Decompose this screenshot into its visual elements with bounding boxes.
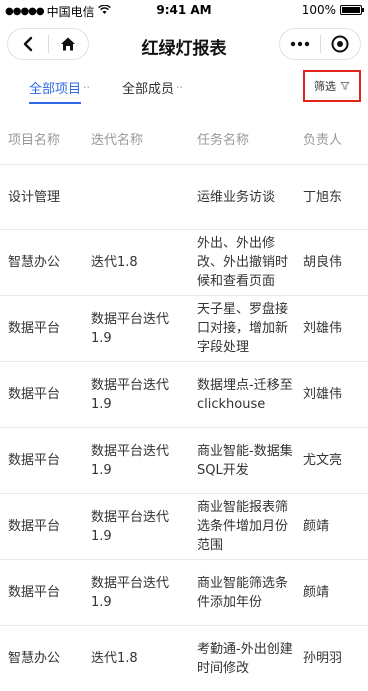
cell-owner: 孙明羽: [303, 651, 343, 666]
nav-capsule-left: [7, 28, 89, 60]
cell-owner: 颜靖: [303, 519, 330, 534]
cell-task: 商业智能筛选条件添加年份: [197, 575, 289, 610]
navigation-bar: 红绿灯报表: [0, 22, 368, 66]
tab-all-projects-label: 全部项目: [29, 82, 82, 97]
header-project-name: 项目名称: [8, 132, 61, 148]
filter-button[interactable]: 筛选: [303, 70, 361, 102]
table-row[interactable]: 智慧办公 迭代1.8 考勤通-外出创建时间修改 孙明羽: [0, 626, 368, 691]
table-row[interactable]: 智慧办公 迭代1.8 外出、外出修改、外出撤销时候和查看页面 胡良伟: [0, 230, 368, 296]
more-button[interactable]: [280, 29, 320, 59]
cell-iteration: [91, 165, 187, 229]
close-button[interactable]: [321, 29, 361, 59]
funnel-icon: [340, 82, 350, 90]
table-row[interactable]: 数据平台 数据平台迭代1.9 商业智能-数据集SQL开发 尤文亮: [0, 428, 368, 494]
cell-project: 智慧办公: [8, 255, 61, 270]
tab-all-members[interactable]: 全部成员 ··: [122, 78, 183, 97]
table-header: 项目名称 迭代名称 任务名称 负责人: [0, 116, 368, 165]
cell-owner: 刘雄伟: [303, 387, 343, 402]
cell-iteration: 数据平台迭代1.9: [91, 443, 170, 478]
nav-capsule-right: [279, 28, 361, 60]
table-row[interactable]: 数据平台 数据平台迭代1.9 商业智能报表筛选条件增加月份范围 颜靖: [0, 494, 368, 560]
cell-task: 商业智能报表筛选条件增加月份范围: [197, 500, 289, 553]
more-dots-icon: [290, 41, 309, 47]
cell-project: 设计管理: [8, 189, 61, 205]
battery-icon: [340, 5, 364, 15]
target-close-icon: [331, 35, 349, 53]
filter-button-label: 筛选: [314, 80, 336, 93]
cell-iteration: 迭代1.8: [91, 255, 138, 270]
table-row[interactable]: 数据平台 数据平台迭代1.9 数据埋点-迁移至clickhouse 刘雄伟: [0, 362, 368, 428]
back-arrow-icon: [23, 36, 32, 52]
page-title: 红绿灯报表: [141, 39, 227, 59]
table-row[interactable]: 数据平台 数据平台迭代1.9 商业智能筛选条件添加年份 颜靖: [0, 560, 368, 626]
cell-task: 商业智能-数据集SQL开发: [197, 443, 293, 478]
active-tab-indicator: [29, 102, 81, 104]
cell-project: 数据平台: [8, 321, 61, 336]
cell-task: 考勤通-外出创建时间修改: [197, 641, 293, 676]
cell-iteration: 数据平台迭代1.9: [91, 509, 170, 544]
cell-project: 数据平台: [8, 387, 61, 402]
cell-owner: 胡良伟: [303, 255, 343, 270]
home-button[interactable]: [49, 29, 89, 59]
cell-owner: 颜靖: [303, 585, 330, 600]
tab-all-members-label: 全部成员: [122, 82, 175, 97]
cell-task: 外出、外出修改、外出撤销时候和查看页面: [197, 236, 289, 289]
cell-task: 运维业务访谈: [197, 189, 276, 205]
cell-project: 智慧办公: [8, 651, 61, 666]
tab-all-projects[interactable]: 全部项目 ··: [29, 78, 90, 97]
cell-project: 数据平台: [8, 585, 61, 600]
table-row[interactable]: 设计管理 运维业务访谈 丁旭东: [0, 165, 368, 230]
cell-task: 数据埋点-迁移至clickhouse: [197, 377, 293, 412]
report-table: 项目名称 迭代名称 任务名称 负责人 设计管理 运维业务访谈 丁旭东 智慧办公 …: [0, 116, 368, 691]
dropdown-dots-icon: ··: [83, 81, 91, 94]
filter-bar: 全部项目 ·· 全部成员 ·· 筛选: [0, 70, 368, 110]
dropdown-dots-icon: ··: [176, 81, 184, 94]
cell-iteration: 数据平台迭代1.9: [91, 377, 170, 412]
header-owner: 负责人: [303, 132, 343, 148]
header-iteration-name: 迭代名称: [91, 132, 144, 148]
cell-owner: 尤文亮: [303, 453, 343, 468]
cell-owner: 丁旭东: [303, 189, 343, 205]
status-bar: ●●●●● 中国电信 9:41 AM 100%: [0, 0, 368, 20]
cell-owner: 刘雄伟: [303, 321, 343, 336]
header-task-name: 任务名称: [197, 132, 250, 148]
table-row[interactable]: 数据平台 数据平台迭代1.9 天子星、罗盘接口对接，增加新字段处理 刘雄伟: [0, 296, 368, 362]
back-button[interactable]: [8, 29, 48, 59]
cell-task: 天子星、罗盘接口对接，增加新字段处理: [197, 302, 289, 355]
home-icon: [61, 37, 76, 51]
cell-iteration: 数据平台迭代1.9: [91, 575, 170, 610]
cell-project: 数据平台: [8, 453, 61, 468]
battery-percent: 100%: [301, 3, 336, 17]
cell-iteration: 数据平台迭代1.9: [91, 311, 170, 346]
cell-project: 数据平台: [8, 519, 61, 534]
cell-iteration: 迭代1.8: [91, 651, 138, 666]
